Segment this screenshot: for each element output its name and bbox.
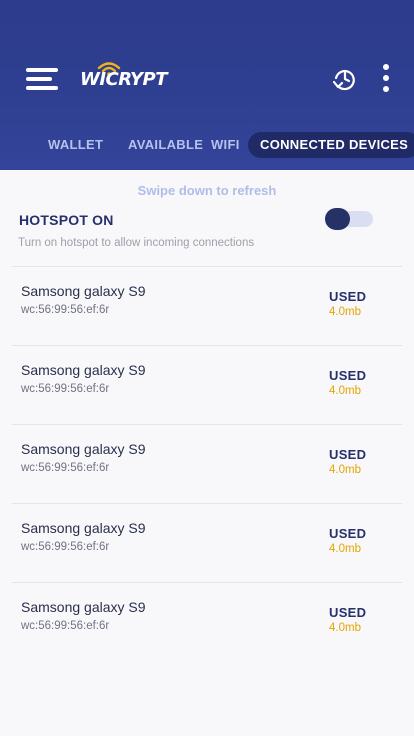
list-item[interactable]: Samsong galaxy S9 wc:56:99:56:ef:6r USED… — [12, 266, 402, 345]
used-value: 4.0mb — [329, 306, 361, 318]
hotspot-toggle[interactable] — [325, 208, 375, 230]
used-label: USED — [329, 289, 367, 304]
list-item[interactable]: Samsong galaxy S9 wc:56:99:56:ef:6r USED… — [12, 424, 402, 503]
used-value: 4.0mb — [329, 385, 361, 397]
hotspot-description: Turn on hotspot to allow incoming connec… — [18, 237, 255, 249]
used-label: USED — [329, 605, 367, 620]
used-value: 4.0mb — [329, 464, 361, 476]
used-label: USED — [329, 368, 367, 383]
tab-wallet[interactable]: WALLET — [48, 132, 103, 158]
device-mac: wc:56:99:56:ef:6r — [21, 541, 110, 553]
list-item[interactable]: Samsong galaxy S9 wc:56:99:56:ef:6r USED… — [12, 345, 402, 424]
tab-available-wifi[interactable]: AVAILABLE WIFI — [128, 132, 240, 158]
device-list: Samsong galaxy S9 wc:56:99:56:ef:6r USED… — [12, 266, 402, 661]
tab-connected-devices[interactable]: CONNECTED DEVICES — [248, 132, 414, 158]
device-name: Samsong galaxy S9 — [21, 283, 146, 299]
app-header: WICRYPT WALLET AVAILABLE WIFI CONNECTED … — [0, 0, 414, 170]
connected-devices-panel: Swipe down to refresh HOTSPOT ON Turn on… — [0, 170, 414, 736]
logo-text: WICRYPT — [80, 69, 167, 90]
more-vertical-icon[interactable] — [381, 64, 391, 92]
device-mac: wc:56:99:56:ef:6r — [21, 304, 110, 316]
used-label: USED — [329, 526, 367, 541]
device-mac: wc:56:99:56:ef:6r — [21, 383, 110, 395]
list-item[interactable]: Samsong galaxy S9 wc:56:99:56:ef:6r USED… — [12, 503, 402, 582]
used-label: USED — [329, 447, 367, 462]
used-value: 4.0mb — [329, 622, 361, 634]
device-name: Samsong galaxy S9 — [21, 441, 146, 457]
hotspot-title: HOTSPOT ON — [19, 212, 114, 228]
device-name: Samsong galaxy S9 — [21, 599, 146, 615]
app-logo: WICRYPT — [80, 62, 170, 92]
device-name: Samsong galaxy S9 — [21, 520, 146, 536]
device-mac: wc:56:99:56:ef:6r — [21, 620, 110, 632]
history-icon[interactable] — [332, 66, 357, 92]
menu-icon[interactable] — [24, 66, 60, 94]
refresh-hint: Swipe down to refresh — [137, 183, 277, 198]
device-mac: wc:56:99:56:ef:6r — [21, 462, 110, 474]
device-name: Samsong galaxy S9 — [21, 362, 146, 378]
tab-bar: WALLET AVAILABLE WIFI CONNECTED DEVICES — [0, 130, 414, 160]
list-item[interactable]: Samsong galaxy S9 wc:56:99:56:ef:6r USED… — [12, 582, 402, 661]
used-value: 4.0mb — [329, 543, 361, 555]
